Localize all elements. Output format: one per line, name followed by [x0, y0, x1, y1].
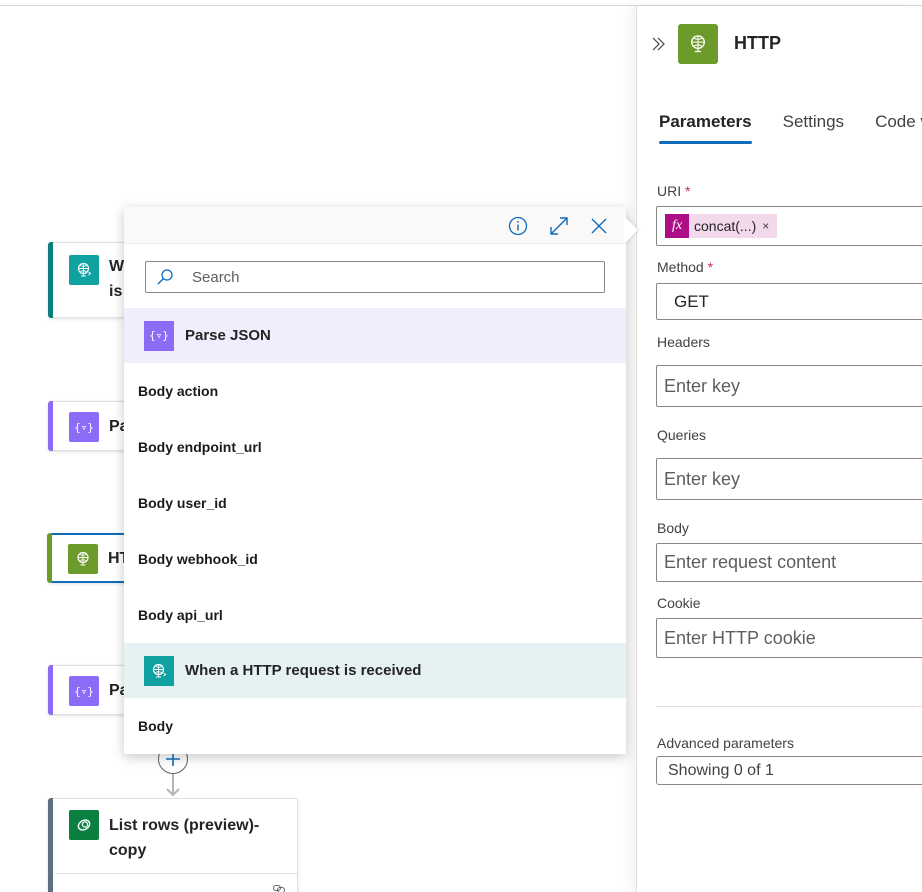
panel-tabs: Parameters Settings Code view [659, 112, 922, 144]
method-value: GET [674, 291, 709, 311]
flow-node-list-rows[interactable]: List rows (preview)- copy [48, 798, 298, 892]
tab-settings[interactable]: Settings [783, 112, 844, 144]
advanced-parameters-dropdown[interactable]: Showing 0 of 1 [656, 756, 922, 785]
remove-token-button[interactable]: × [762, 219, 769, 233]
close-button[interactable] [588, 215, 610, 237]
cookie-label: Cookie [657, 595, 701, 611]
list-item[interactable]: Body api_url [124, 587, 626, 643]
node-accent [48, 798, 53, 892]
cookie-field[interactable] [656, 618, 922, 658]
dataverse-icon [69, 810, 99, 840]
parse-json-icon: {▿} [144, 320, 174, 351]
group-label: When a HTTP request is received [185, 662, 422, 679]
close-icon [591, 218, 607, 234]
queries-label: Queries [657, 427, 707, 443]
popup-caret [624, 216, 638, 244]
queries-key-field[interactable] [656, 458, 922, 500]
panel-title: HTTP [734, 33, 781, 53]
queries-key-input[interactable] [664, 468, 914, 490]
advanced-parameters-value: Showing 0 of 1 [668, 761, 774, 779]
parse-json-icon: {▿} [69, 676, 99, 706]
expand-button[interactable] [548, 215, 570, 237]
method-label: Method * [657, 259, 714, 275]
tab-parameters[interactable]: Parameters [659, 112, 752, 144]
popup-header [124, 207, 626, 244]
search-icon [157, 269, 173, 285]
search-box[interactable] [145, 261, 605, 293]
tab-code-view[interactable]: Code view [875, 112, 922, 144]
list-item[interactable]: Body user_id [124, 475, 626, 531]
search-input[interactable] [192, 268, 592, 286]
node-title: W is [109, 258, 125, 300]
list-item[interactable]: Body [124, 698, 626, 754]
body-input[interactable] [664, 552, 914, 573]
list-item[interactable]: Body action [124, 363, 626, 419]
token-text: concat(...) [694, 218, 757, 234]
list-item[interactable]: Body endpoint_url [124, 419, 626, 475]
group-header-parse-json[interactable]: {▿} Parse JSON [124, 308, 626, 363]
link-icon[interactable] [273, 885, 285, 892]
collapse-panel-icon[interactable] [651, 36, 667, 52]
dynamic-content-popup: {▿} Parse JSON Body action Body endpoint… [124, 207, 626, 754]
http-request-trigger-icon [144, 655, 174, 686]
group-header-http-trigger[interactable]: When a HTTP request is received [124, 643, 626, 698]
node-accent [48, 242, 53, 318]
list-item[interactable]: Body webhook_id [124, 531, 626, 587]
cookie-input[interactable] [664, 627, 914, 649]
expression-token[interactable]: fx concat(...) × [665, 214, 778, 238]
node-divider [55, 873, 297, 874]
expand-icon [550, 217, 568, 235]
node-accent [48, 401, 53, 451]
info-icon [508, 216, 528, 236]
node-title: List rows (preview)- copy [109, 817, 260, 859]
http-request-trigger-icon [69, 255, 99, 285]
headers-key-input[interactable] [664, 375, 914, 397]
uri-label: URI * [657, 183, 691, 199]
body-field[interactable] [656, 543, 922, 582]
node-accent [48, 665, 53, 715]
dynamic-content-list: {▿} Parse JSON Body action Body endpoint… [124, 308, 626, 754]
properties-panel: HTTP Parameters Settings Code view URI *… [636, 6, 922, 892]
connector-arrow-icon [166, 788, 180, 797]
node-accent [47, 533, 52, 583]
advanced-parameters-label: Advanced parameters [657, 735, 794, 751]
body-label: Body [657, 520, 689, 536]
http-globe-icon [678, 24, 718, 64]
uri-field[interactable]: fx concat(...) × [656, 206, 922, 246]
group-label: Parse JSON [185, 327, 271, 344]
section-divider [656, 706, 922, 707]
http-globe-icon [68, 544, 98, 574]
function-icon: fx [665, 214, 689, 238]
method-dropdown[interactable]: GET [656, 283, 922, 320]
info-button[interactable] [507, 215, 529, 237]
parse-json-icon: {▿} [69, 412, 99, 442]
headers-key-field[interactable] [656, 365, 922, 407]
headers-label: Headers [657, 334, 710, 350]
